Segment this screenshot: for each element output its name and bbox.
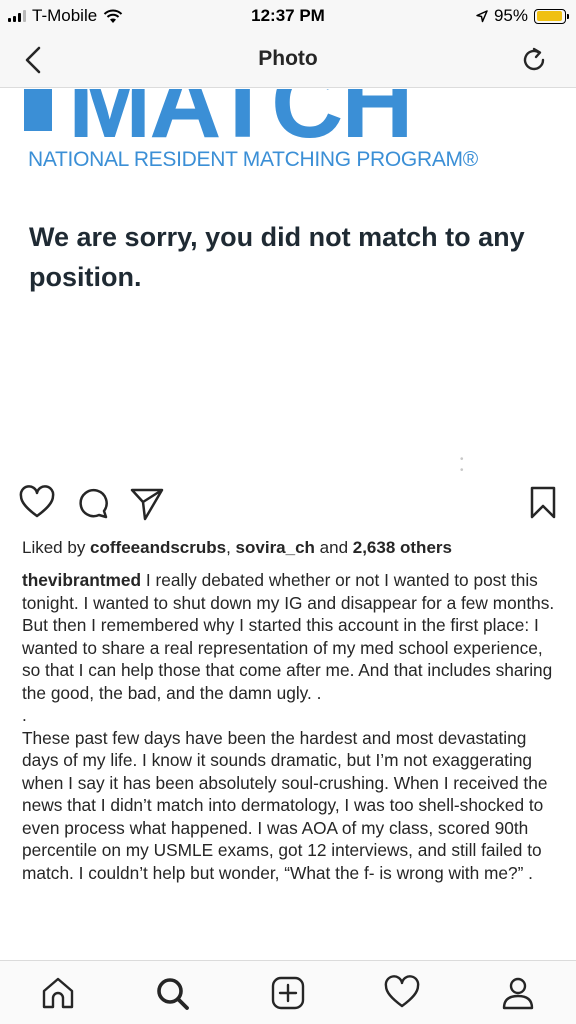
likes-sep: ,: [226, 538, 236, 557]
status-bar: T-Mobile 12:37 PM 95%: [0, 0, 576, 32]
match-logo: MATCH: [24, 89, 520, 159]
page-title: Photo: [258, 47, 318, 70]
battery-percent: 95%: [493, 6, 528, 25]
battery-fill: [536, 11, 563, 21]
new-post-icon[interactable]: [268, 973, 308, 1013]
profile-icon[interactable]: [498, 973, 538, 1013]
home-icon[interactable]: [38, 973, 78, 1013]
logo-the-bar: [24, 89, 52, 131]
caption-username[interactable]: thevibrantmed: [22, 570, 141, 590]
likes-count-link[interactable]: 2,638 others: [353, 538, 452, 557]
caption-separator: .: [22, 705, 27, 725]
post-image[interactable]: MATCH NATIONAL RESIDENT MATCHING PROGRAM…: [0, 89, 576, 472]
activity-icon[interactable]: [382, 973, 422, 1013]
refresh-icon[interactable]: [518, 44, 550, 76]
match-result-message: We are sorry, you did not match to any p…: [29, 222, 525, 292]
post-caption: thevibrantmed I really debated whether o…: [22, 569, 562, 884]
caption-text: These past few days have been the hardes…: [22, 727, 548, 883]
battery-icon: [534, 8, 569, 24]
heart-icon[interactable]: [18, 484, 56, 522]
battery-info: 95%: [476, 6, 569, 26]
nav-bar: Photo: [0, 32, 576, 88]
post-actions: [0, 484, 576, 524]
likes-line: Liked by coffeeandscrubs, sovira_ch and …: [22, 538, 452, 558]
paper-plane-icon[interactable]: [128, 484, 166, 522]
comment-icon[interactable]: [74, 484, 112, 522]
likes-and: and: [314, 538, 353, 557]
logo-subtitle: NATIONAL RESIDENT MATCHING PROGRAM®: [28, 148, 478, 171]
liker-link[interactable]: sovira_ch: [236, 538, 315, 557]
likes-prefix: Liked by: [22, 538, 91, 557]
caption-paragraph: thevibrantmed I really debated whether o…: [22, 569, 562, 704]
image-pager-dots: • •: [460, 454, 534, 472]
search-icon[interactable]: [152, 973, 192, 1013]
logo-word: MATCH: [68, 89, 414, 159]
location-icon: [476, 9, 488, 22]
tab-bar: [0, 960, 576, 1024]
bookmark-icon[interactable]: [524, 484, 562, 522]
liker-link[interactable]: coffeeandscrubs: [90, 538, 226, 557]
